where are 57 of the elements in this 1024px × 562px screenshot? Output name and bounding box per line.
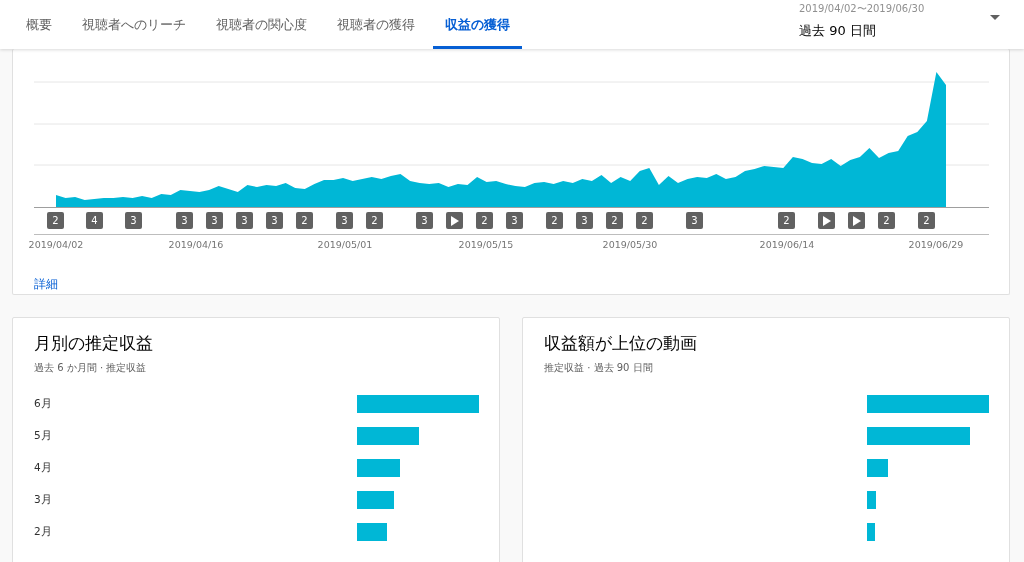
annotation-marker[interactable]: 3 [206, 212, 223, 229]
axis-label: 2019/06/14 [758, 239, 816, 250]
annotation-marker[interactable]: 2 [366, 212, 383, 229]
date-range-dropdown[interactable]: 2019/04/02〜2019/06/30 過去 90 日間 [799, 0, 1024, 49]
details-link[interactable]: 詳細 [34, 277, 58, 292]
axis-label: 2019/05/15 [457, 239, 515, 250]
annotation-marker[interactable]: 2 [546, 212, 563, 229]
bar [357, 427, 419, 445]
play-icon [852, 215, 861, 226]
annotation-marker[interactable]: 2 [606, 212, 623, 229]
tab[interactable]: 視聴者の獲得 [325, 0, 427, 49]
bar [867, 459, 888, 477]
annotation-marker[interactable]: 4 [86, 212, 103, 229]
annotation-marker[interactable]: 3 [125, 212, 142, 229]
annotation-marker[interactable]: 2 [636, 212, 653, 229]
video-marker[interactable] [848, 212, 865, 229]
annotation-marker[interactable]: 3 [336, 212, 353, 229]
annotation-marker[interactable]: 2 [476, 212, 493, 229]
annotation-marker[interactable]: 3 [506, 212, 523, 229]
month-label: 6月 [34, 397, 52, 409]
annotation-marker[interactable]: 2 [47, 212, 64, 229]
month-label: 5月 [34, 429, 52, 441]
card-subtitle: 過去 6 か月間 · 推定収益 [34, 361, 148, 375]
annotation-marker[interactable]: 3 [416, 212, 433, 229]
axis-label: 2019/05/01 [316, 239, 374, 250]
bar [357, 459, 400, 477]
month-label: 4月 [34, 461, 52, 473]
annotation-marker[interactable]: 3 [236, 212, 253, 229]
axis-label: 2019/04/16 [167, 239, 225, 250]
annotation-marker[interactable]: 3 [576, 212, 593, 229]
bar [357, 491, 394, 509]
axis-label: 2019/04/02 [27, 239, 85, 250]
annotation-marker[interactable]: 2 [296, 212, 313, 229]
annotation-marker[interactable]: 2 [778, 212, 795, 229]
play-icon [822, 215, 831, 226]
axis-label: 2019/06/29 [907, 239, 965, 250]
video-marker[interactable] [446, 212, 463, 229]
month-label: 3月 [34, 493, 52, 505]
card-title: 収益額が上位の動画 [544, 332, 698, 355]
bar [357, 523, 387, 541]
annotation-marker[interactable]: 2 [918, 212, 935, 229]
bar [867, 491, 876, 509]
video-marker[interactable] [818, 212, 835, 229]
month-label: 2月 [34, 525, 52, 537]
card-title: 月別の推定収益 [34, 332, 154, 355]
annotation-marker[interactable]: 3 [176, 212, 193, 229]
axis-label: 2019/05/30 [601, 239, 659, 250]
bar [867, 523, 875, 541]
caret-icon [990, 15, 1000, 21]
play-icon [450, 215, 459, 226]
tab[interactable]: 概要 [14, 0, 64, 49]
tab[interactable]: 視聴者へのリーチ [70, 0, 198, 49]
tab[interactable]: 視聴者の関心度 [204, 0, 319, 49]
annotation-marker[interactable]: 3 [686, 212, 703, 229]
card-subtitle: 推定収益 · 過去 90 日間 [544, 361, 654, 375]
annotation-marker[interactable]: 3 [266, 212, 283, 229]
annotation-marker[interactable]: 2 [878, 212, 895, 229]
